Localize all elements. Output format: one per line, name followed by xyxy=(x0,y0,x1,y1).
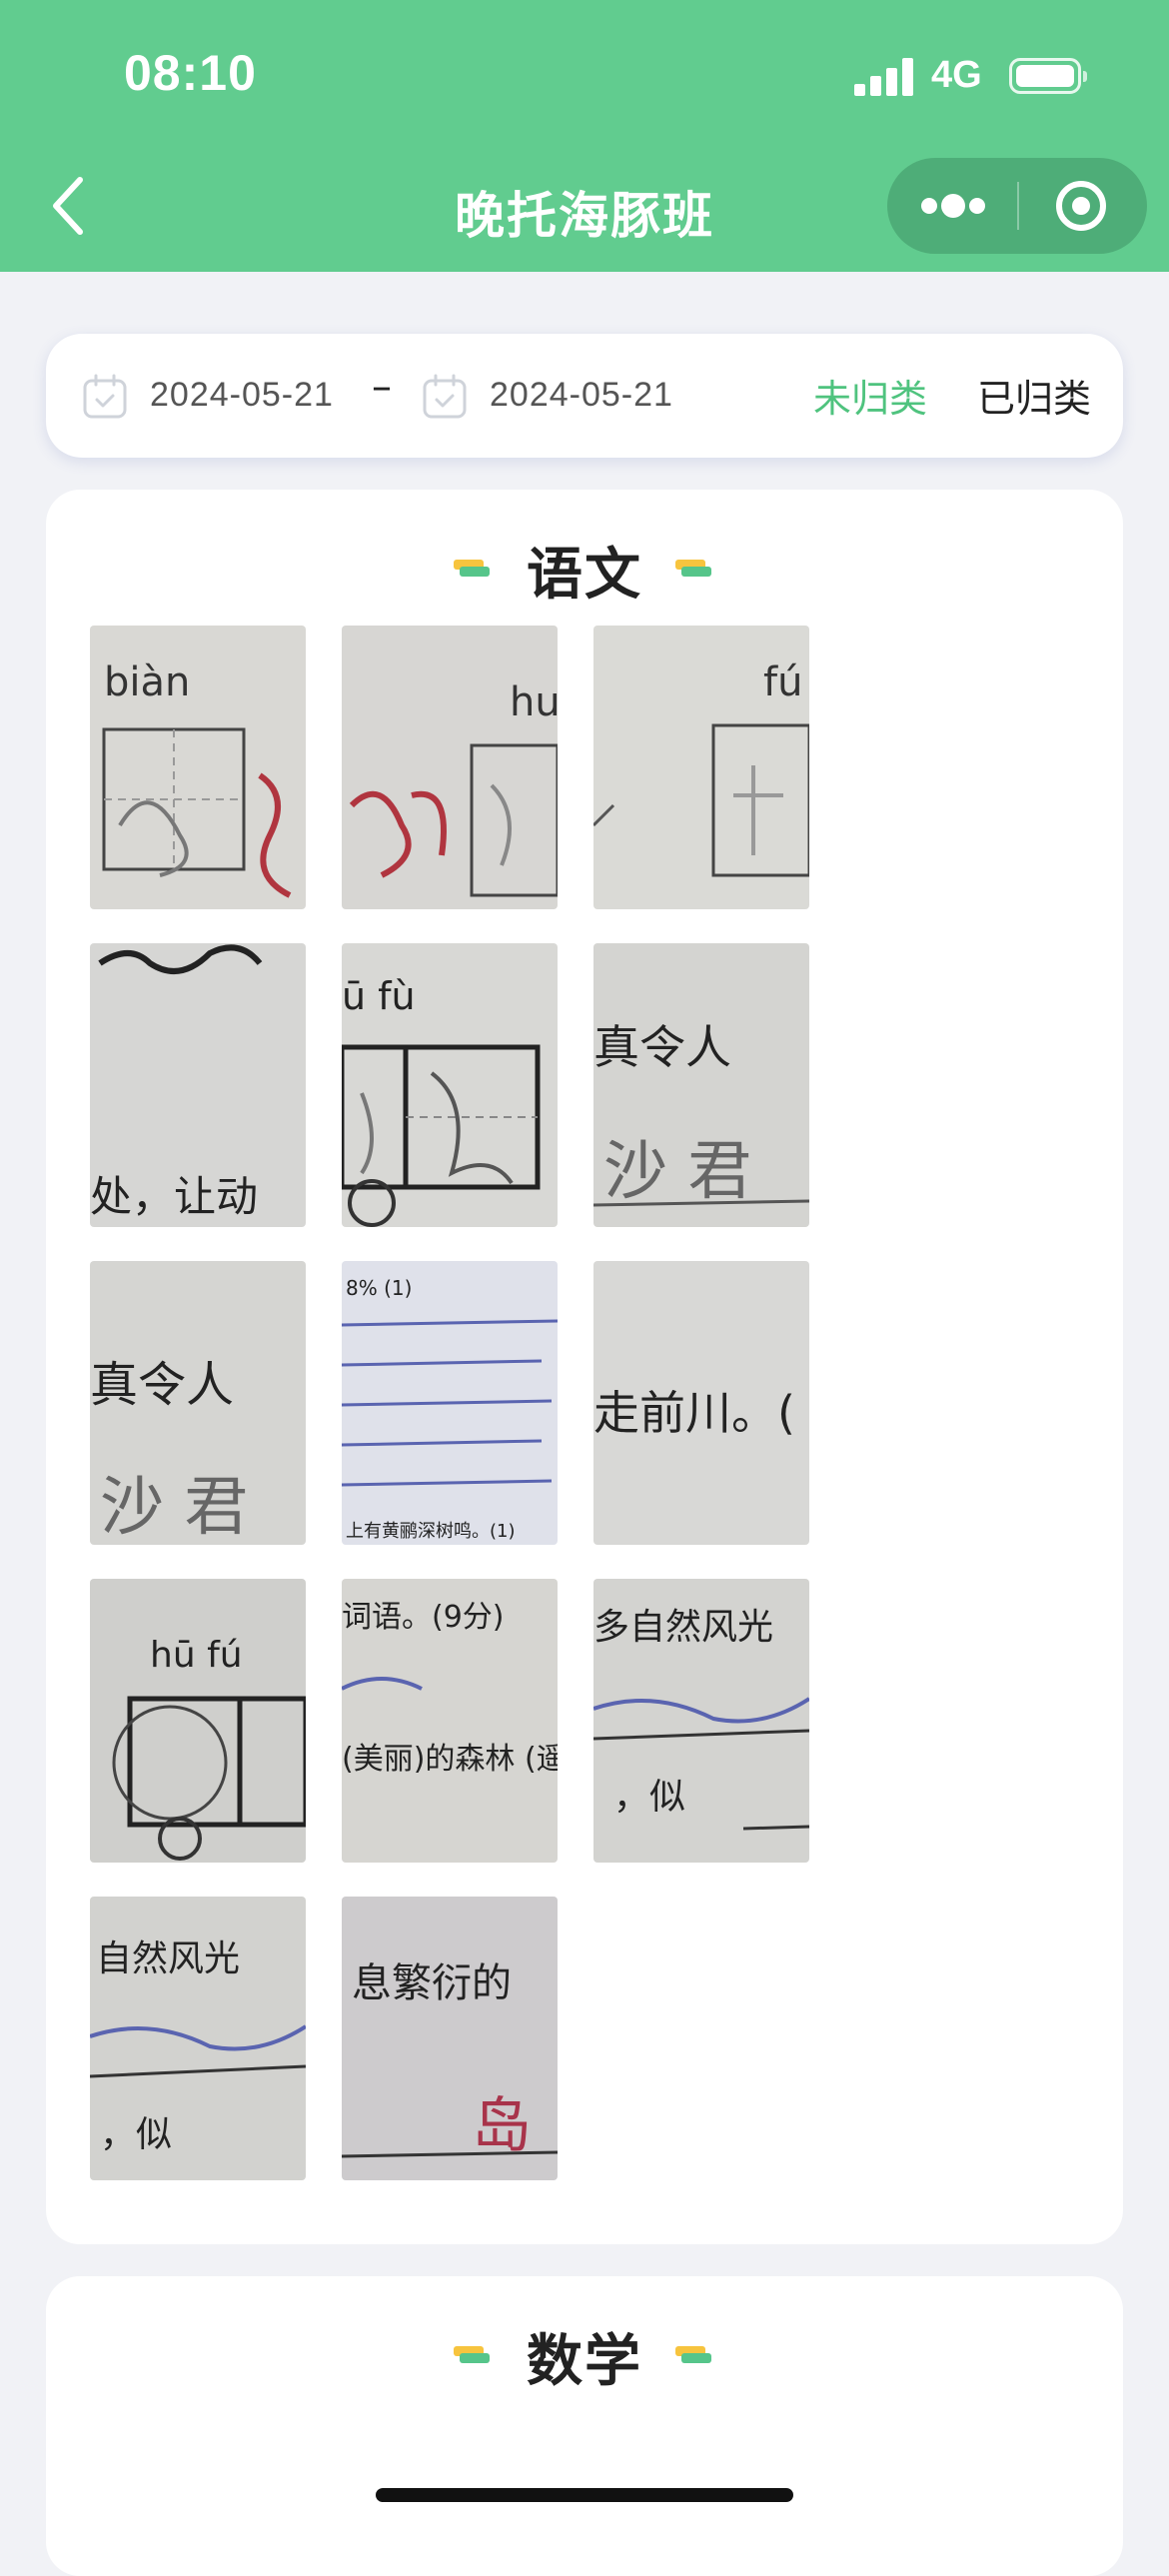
calendar-icon xyxy=(423,374,467,419)
date-range-separator: – xyxy=(372,364,392,410)
photo-snippet-bottom: 上有黄鹂深树鸣。(1) xyxy=(346,1521,516,1542)
homework-photo[interactable]: 8% (1) 上有黄鹂深树鸣。(1) xyxy=(342,1261,558,1545)
status-time: 08:10 xyxy=(124,45,257,101)
photo-snippet: 真令人 xyxy=(90,1357,234,1413)
start-date-value: 2024-05-21 xyxy=(150,376,334,414)
homework-photo[interactable]: hū fú xyxy=(90,1579,306,1863)
chevron-left-icon xyxy=(53,177,83,235)
homework-photo[interactable]: biàn xyxy=(90,626,306,909)
more-button[interactable] xyxy=(887,158,1017,254)
photo-snippet-bottom: 沙 君 xyxy=(100,1471,248,1545)
photo-snippet: hū fú xyxy=(150,1635,243,1676)
photo-snippet: 真令人 xyxy=(593,1020,731,1074)
photo-snippet-bottom: (美丽)的森林 (遥远)的路途 xyxy=(342,1742,558,1777)
homework-photo[interactable]: 自然风光 ，似 xyxy=(90,1897,306,2180)
section-card-chinese: 语文 biàn hu fú 处，让动 ū fù 真令人 沙 君 真令人 沙 君 … xyxy=(46,490,1123,2244)
network-type: 4G xyxy=(931,54,982,96)
start-date-picker[interactable]: 2024-05-21 xyxy=(82,372,372,422)
photo-snippet: ū fù xyxy=(342,974,416,1018)
photo-snippet-bottom: 岛 xyxy=(472,2091,532,2161)
homework-photo[interactable]: 息繁衍的 岛 xyxy=(342,1897,558,2180)
home-indicator xyxy=(376,2488,793,2502)
homework-photo[interactable]: 词语。(9分) (美丽)的森林 (遥远)的路途 xyxy=(342,1579,558,1863)
section-card-math: 数学 xyxy=(46,2276,1123,2576)
photo-snippet: 词语。(9分) xyxy=(342,1600,505,1635)
end-date-value: 2024-05-21 xyxy=(490,376,673,414)
top-header: 08:10 4G 晚托海豚班 xyxy=(0,0,1169,272)
section-header: 数学 xyxy=(46,2316,1123,2394)
homework-photo[interactable]: 处，让动 xyxy=(90,943,306,1227)
homework-photo[interactable]: 真令人 沙 君 xyxy=(90,1261,306,1545)
back-button[interactable] xyxy=(40,168,104,244)
photo-snippet: fú xyxy=(763,659,802,705)
photo-snippet: 自然风光 xyxy=(96,1938,240,1979)
photo-snippet: hu xyxy=(510,679,558,725)
more-dots-icon xyxy=(921,194,985,218)
calendar-icon xyxy=(83,374,127,419)
miniprogram-capsule xyxy=(887,158,1147,254)
title-decoration-right xyxy=(675,560,711,578)
tab-unclassified[interactable]: 未归类 xyxy=(813,368,927,423)
photo-snippet-bottom: 沙 君 xyxy=(603,1135,751,1209)
title-decoration-right xyxy=(675,2346,711,2364)
photo-snippet-bottom: ，似 xyxy=(100,2114,172,2155)
tab-classified[interactable]: 已归类 xyxy=(977,368,1091,423)
photo-snippet: 多自然风光 xyxy=(593,1607,773,1648)
section-title: 数学 xyxy=(527,2329,642,2394)
photo-snippet: 走前川。( xyxy=(593,1386,795,1440)
photo-snippet-bottom: ，似 xyxy=(613,1777,685,1818)
homework-photo[interactable]: hu xyxy=(342,626,558,909)
target-circle-icon xyxy=(1056,181,1106,231)
homework-photo[interactable]: fú xyxy=(593,626,809,909)
photo-snippet: 8% (1) xyxy=(346,1276,412,1300)
photo-snippet: biàn xyxy=(104,659,190,705)
date-filter-bar: 2024-05-21 – 2024-05-21 未归类 已归类 xyxy=(46,334,1123,458)
photo-snippet: 息繁衍的 xyxy=(352,1960,512,2006)
section-header: 语文 xyxy=(46,530,1123,608)
homework-photo[interactable]: 多自然风光 ，似 xyxy=(593,1579,809,1863)
signal-strength-icon xyxy=(854,58,914,96)
homework-photo[interactable]: 真令人 沙 君 xyxy=(593,943,809,1227)
photo-snippet-bottom: 处，让动 xyxy=(90,1172,258,1221)
battery-icon xyxy=(1009,58,1087,94)
section-title: 语文 xyxy=(527,543,642,608)
close-miniprogram-button[interactable] xyxy=(1019,158,1147,254)
homework-photo[interactable]: 走前川。( xyxy=(593,1261,809,1545)
homework-photo[interactable]: ū fù xyxy=(342,943,558,1227)
end-date-picker[interactable]: 2024-05-21 xyxy=(422,372,711,422)
